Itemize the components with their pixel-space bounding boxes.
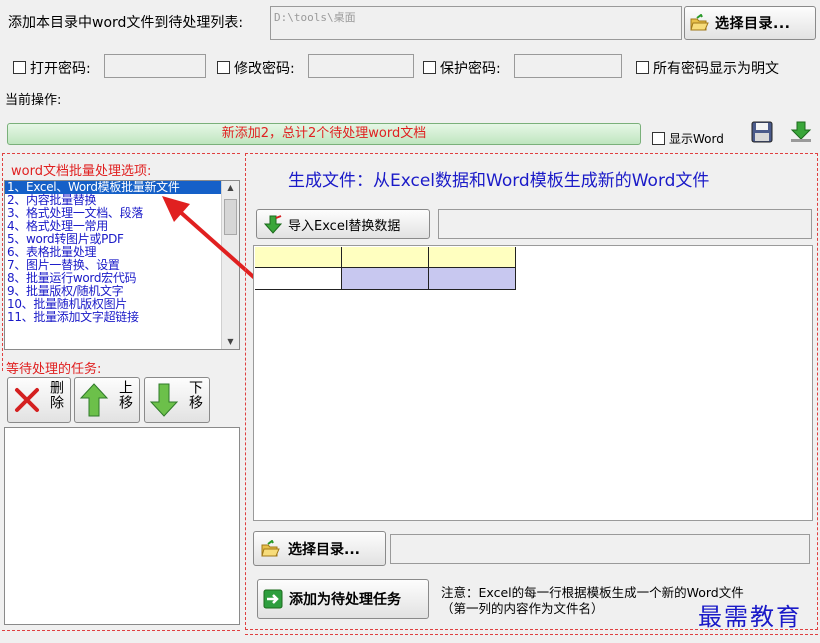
modify-password-label: 修改密码: [234,61,295,77]
dir-path-field[interactable]: D:\tools\桌面 [270,6,682,40]
add-task-label: 添加为待处理任务 [289,592,401,608]
protect-password-checkbox[interactable] [423,61,436,74]
show-word-checkbox[interactable] [652,132,665,145]
folder-open-icon [261,539,280,556]
panel-choose-dir-label: 选择目录... [288,541,360,558]
panel-heading: 生成文件：从Excel数据和Word模板生成新的Word文件 [288,171,710,191]
grid-cell[interactable] [429,247,516,268]
delete-label: 删除 [48,380,64,410]
open-password-label: 打开密码: [30,61,91,77]
choose-dir-button[interactable]: 选择目录... [684,6,816,40]
import-icon [263,215,283,234]
left-bottom-frame [2,630,240,643]
move-up-button[interactable]: 上移 [74,377,140,423]
open-password-input[interactable] [104,54,206,78]
current-op-label: 当前操作: [5,93,62,108]
tasks-title: 等待处理的任务: [6,362,102,377]
options-title: word文档批量处理选项: [11,164,152,179]
grid-cell[interactable] [342,268,429,290]
list-item[interactable]: 11、批量添加文字超链接 [5,311,223,324]
note-line2: （第一列的内容作为文件名） [441,601,604,616]
move-down-button[interactable]: 下移 [144,377,210,423]
folder-open-icon [690,14,709,31]
save-icon [751,121,773,143]
import-excel-label: 导入Excel替换数据 [288,218,401,234]
output-dir-field[interactable] [390,534,810,564]
delete-button[interactable]: 删除 [7,377,71,423]
open-password-checkbox[interactable] [13,61,26,74]
enter-arrow-icon [263,589,283,609]
move-down-label: 下移 [187,380,203,410]
status-bar: 新添加2，总计2个待处理word文档 [7,123,641,145]
grid-cell[interactable] [429,268,516,290]
add-dir-label: 添加本目录中word文件到待处理列表: [8,15,244,31]
scroll-down-icon[interactable]: ▼ [222,335,239,349]
modify-password-checkbox[interactable] [217,61,230,74]
show-word-label: 显示Word [669,132,724,146]
download-button[interactable] [788,120,816,146]
show-plain-label: 所有密码显示为明文 [653,61,779,77]
arrow-down-icon [149,383,179,417]
panel-choose-dir-button[interactable]: 选择目录... [253,531,386,566]
grid-cell[interactable] [255,268,342,290]
show-plain-checkbox[interactable] [636,61,649,74]
watermark-text: 最需教育 [698,603,802,631]
status-text: 新添加2，总计2个待处理word文档 [221,126,427,141]
task-list[interactable] [4,427,240,625]
arrow-up-icon [79,383,109,417]
add-task-button[interactable]: 添加为待处理任务 [257,579,429,619]
modify-password-input[interactable] [308,54,414,78]
data-grid[interactable] [253,245,813,521]
grid-cell[interactable] [255,247,342,268]
import-excel-button[interactable]: 导入Excel替换数据 [256,209,430,239]
move-up-label: 上移 [117,380,133,410]
dir-path-text: D:\tools\桌面 [274,11,356,24]
save-button[interactable] [750,120,778,146]
delete-icon [15,388,39,412]
protect-password-label: 保护密码: [440,61,501,77]
excel-path-field[interactable] [438,209,812,239]
protect-password-input[interactable] [514,54,622,78]
grid-cell[interactable] [342,247,429,268]
choose-dir-label: 选择目录... [715,16,791,32]
download-icon [790,121,812,142]
